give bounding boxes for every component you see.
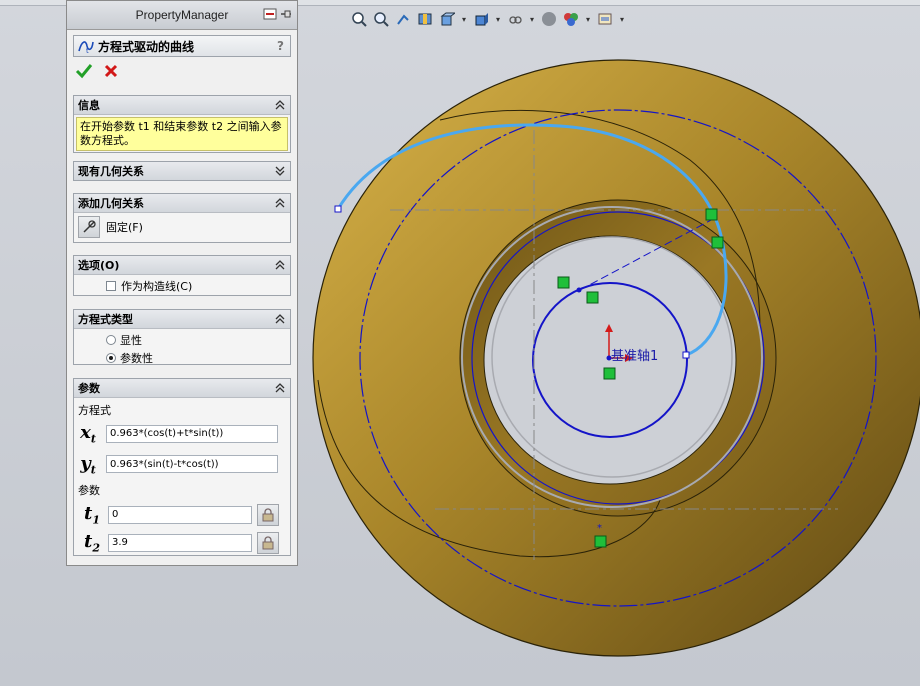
info-group-title: 信息 <box>78 99 100 112</box>
apply-scene-icon[interactable] <box>562 10 580 28</box>
panel-title: PropertyManager <box>135 8 229 22</box>
equation-type-header[interactable]: 方程式类型 <box>74 310 290 329</box>
chevron-down-icon[interactable]: ▾ <box>618 15 626 24</box>
property-manager-tab[interactable]: PropertyManager <box>67 1 297 30</box>
collapse-chevron-icon[interactable] <box>274 99 286 111</box>
help-button[interactable]: ? <box>277 39 284 53</box>
display-style-icon[interactable] <box>472 10 490 28</box>
explicit-radio[interactable] <box>106 335 116 345</box>
hide-show-items-icon[interactable] <box>506 10 524 28</box>
t1-input[interactable]: 0 <box>108 505 252 524</box>
feature-title-bar: t 方程式驱动的曲线 ? <box>73 35 291 57</box>
zoom-to-fit-icon[interactable] <box>350 10 368 28</box>
add-relations-title: 添加几何关系 <box>78 197 144 210</box>
options-title: 选项(O) <box>78 259 120 272</box>
lock-icon <box>262 536 274 550</box>
existing-relations-title: 现有几何关系 <box>78 165 144 178</box>
parameters-header[interactable]: 参数 <box>74 379 290 398</box>
chevron-down-icon[interactable]: ▾ <box>494 15 502 24</box>
collapse-chevron-icon[interactable] <box>274 197 286 209</box>
y-equation-input[interactable]: 0.963*(sin(t)-t*cos(t)) <box>106 455 278 474</box>
parametric-option[interactable]: 参数性 <box>74 348 290 366</box>
fix-relation-button[interactable] <box>78 216 100 238</box>
t2-lock-button[interactable] <box>257 531 279 554</box>
explicit-option[interactable]: 显性 <box>74 329 290 348</box>
section-view-icon[interactable] <box>416 10 434 28</box>
equation-type-group: 方程式类型 显性 参数性 <box>73 309 291 365</box>
t1-row: t1 0 <box>74 503 290 527</box>
view-toolbar: ▾ ▾ ▾ ▾ ▾ <box>350 8 626 30</box>
t1-lock-button[interactable] <box>257 503 279 526</box>
x-equation-row: xt 0.963*(cos(t)+t*sin(t)) <box>74 422 290 446</box>
fix-relation-icon <box>83 220 96 233</box>
collapse-chevron-icon[interactable] <box>274 382 286 394</box>
info-message: 在开始参数 t1 和结束参数 t2 之间输入参数方程式。 <box>76 117 288 151</box>
x-equation-input[interactable]: 0.963*(cos(t)+t*sin(t)) <box>106 424 278 443</box>
fix-relation-row[interactable]: 固定(F) <box>74 213 290 241</box>
edit-appearance-icon[interactable] <box>540 10 558 28</box>
zoom-to-area-icon[interactable] <box>372 10 390 28</box>
chevron-down-icon[interactable]: ▾ <box>460 15 468 24</box>
info-group-header[interactable]: 信息 <box>74 96 290 115</box>
svg-text:*: * <box>597 523 602 534</box>
parameters-group: 参数 方程式 xt 0.963*(cos(t)+t*sin(t)) yt 0.9… <box>73 378 291 556</box>
existing-relations-group: 现有几何关系 <box>73 161 291 181</box>
parametric-radio[interactable] <box>106 353 116 363</box>
parameters-title: 参数 <box>78 382 100 395</box>
fix-relation-label: 固定(F) <box>106 221 143 234</box>
confirm-row <box>75 63 119 79</box>
info-group: 信息 在开始参数 t1 和结束参数 t2 之间输入参数方程式。 <box>73 95 291 153</box>
x-symbol: xt <box>80 422 96 446</box>
chevron-down-icon[interactable]: ▾ <box>584 15 592 24</box>
explicit-label: 显性 <box>120 334 142 347</box>
t1-symbol: t1 <box>84 503 100 527</box>
equation-curve-icon: t <box>78 41 94 54</box>
chevron-down-icon[interactable]: ▾ <box>528 15 536 24</box>
t2-symbol: t2 <box>84 530 100 555</box>
equation-heading: 方程式 <box>78 404 111 417</box>
cancel-x-icon[interactable] <box>103 63 119 79</box>
collapse-chevron-icon[interactable] <box>274 259 286 271</box>
expand-chevron-icon[interactable] <box>274 165 286 177</box>
y-symbol: yt <box>80 452 96 477</box>
expand-panel-icon[interactable] <box>263 8 277 20</box>
collapse-chevron-icon[interactable] <box>274 313 286 325</box>
construction-label: 作为构造线(C) <box>121 280 193 293</box>
previous-view-icon[interactable] <box>394 10 412 28</box>
add-relations-header[interactable]: 添加几何关系 <box>74 194 290 213</box>
pin-icon[interactable] <box>279 8 293 20</box>
param-heading: 参数 <box>78 484 100 498</box>
t2-input[interactable]: 3.9 <box>108 533 252 552</box>
construction-option[interactable]: 作为构造线(C) <box>74 275 290 294</box>
ok-check-icon[interactable] <box>75 63 93 79</box>
options-group: 选项(O) 作为构造线(C) <box>73 255 291 296</box>
curve-end-point[interactable] <box>682 351 690 359</box>
equation-type-title: 方程式类型 <box>78 313 133 326</box>
view-orientation-icon[interactable] <box>438 10 456 28</box>
add-relations-group: 添加几何关系 固定(F) <box>73 193 291 243</box>
curve-start-point[interactable] <box>334 205 342 213</box>
options-header[interactable]: 选项(O) <box>74 256 290 275</box>
view-settings-icon[interactable] <box>596 10 614 28</box>
svg-text:t: t <box>86 47 89 54</box>
datum-axis-label[interactable]: 基准轴1 <box>611 345 658 364</box>
property-manager-panel: PropertyManager t 方程式驱动的曲线 ? 信息 在开始参数 t1… <box>66 0 298 566</box>
lock-icon <box>262 508 274 522</box>
construction-checkbox[interactable] <box>106 281 116 291</box>
y-equation-row: yt 0.963*(sin(t)-t*cos(t)) <box>74 452 290 477</box>
parametric-label: 参数性 <box>120 352 153 365</box>
feature-name: 方程式驱动的曲线 <box>98 39 195 54</box>
existing-relations-header[interactable]: 现有几何关系 <box>74 162 290 180</box>
t2-row: t2 3.9 <box>74 530 290 555</box>
